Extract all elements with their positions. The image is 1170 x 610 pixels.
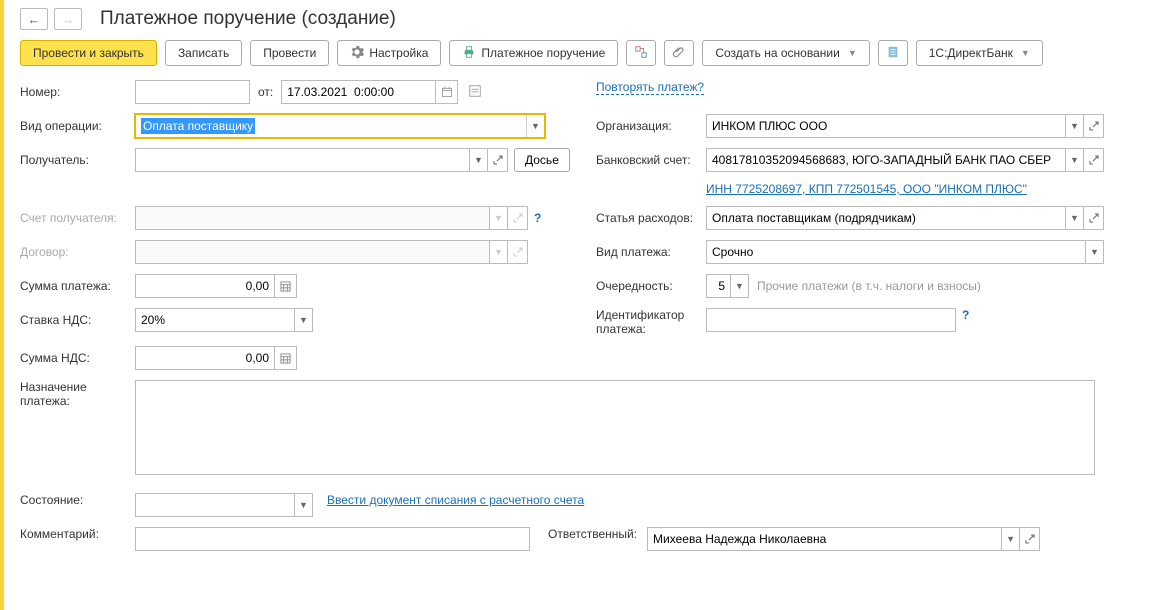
bank-account-label: Банковский счет: (596, 153, 706, 167)
payment-amount-input[interactable] (135, 274, 275, 298)
purpose-label: Назначение платежа: (20, 380, 135, 408)
bank-account-open[interactable] (1084, 148, 1104, 172)
expense-item-input[interactable] (706, 206, 1066, 230)
responsible-input[interactable] (647, 527, 1002, 551)
print-label: Платежное поручение (481, 46, 605, 60)
organization-open[interactable] (1084, 114, 1104, 138)
payment-kind-label: Вид платежа: (596, 245, 706, 259)
create-based-button[interactable]: Создать на основании ▼ (702, 40, 869, 66)
gear-icon (350, 45, 364, 62)
expense-item-dropdown[interactable]: ▼ (1066, 206, 1084, 230)
payment-id-label: Идентификатор платежа: (596, 308, 706, 336)
recipient-account-help[interactable]: ? (534, 211, 541, 225)
contract-input (135, 240, 490, 264)
expense-item-open[interactable] (1084, 206, 1104, 230)
purpose-textarea[interactable] (135, 380, 1095, 475)
repeat-payment-link[interactable]: Повторять платеж? (596, 80, 704, 95)
recipient-open[interactable] (488, 148, 508, 172)
vat-rate-dropdown[interactable]: ▼ (295, 308, 313, 332)
vat-amount-calc[interactable] (275, 346, 297, 370)
responsible-open[interactable] (1020, 527, 1040, 551)
structure-button[interactable] (626, 40, 656, 66)
operation-type-label: Вид операции: (20, 119, 135, 133)
printer-icon (462, 45, 476, 62)
vat-rate-input[interactable] (135, 308, 295, 332)
enter-writeoff-link[interactable]: Ввести документ списания с расчетного сч… (327, 493, 584, 507)
nav-forward-button[interactable]: → (54, 8, 82, 30)
responsible-dropdown[interactable]: ▼ (1002, 527, 1020, 551)
payment-id-input[interactable] (706, 308, 956, 332)
responsible-label: Ответственный: (548, 527, 637, 541)
comment-input[interactable] (135, 527, 530, 551)
print-button[interactable]: Платежное поручение (449, 40, 618, 66)
calculator-icon (280, 353, 291, 364)
recipient-dropdown[interactable]: ▼ (470, 148, 488, 172)
paperclip-icon (672, 45, 686, 62)
contract-dropdown: ▼ (490, 240, 508, 264)
recipient-label: Получатель: (20, 153, 135, 167)
payer-details-link[interactable]: ИНН 7725208697, КПП 772501545, ООО "ИНКО… (706, 182, 1027, 196)
expense-item-label: Статья расходов: (596, 211, 706, 225)
contract-label: Договор: (20, 245, 135, 259)
settings-label: Настройка (369, 46, 428, 60)
recipient-account-input (135, 206, 490, 230)
status-input[interactable] (135, 493, 295, 517)
calendar-icon (441, 86, 453, 98)
operation-type-combo[interactable]: Оплата поставщику ▼ (135, 114, 545, 138)
priority-dropdown[interactable]: ▼ (731, 274, 749, 298)
priority-input[interactable] (706, 274, 731, 298)
direct-bank-button[interactable]: 1С:ДиректБанк ▼ (916, 40, 1043, 66)
attachment-button[interactable] (664, 40, 694, 66)
priority-hint: Прочие платежи (в т.ч. налоги и взносы) (757, 279, 981, 293)
number-input[interactable] (135, 80, 250, 104)
chevron-down-icon: ▼ (848, 48, 857, 58)
number-label: Номер: (20, 85, 135, 99)
comment-label: Комментарий: (20, 527, 135, 541)
page-title: Платежное поручение (создание) (100, 8, 396, 30)
direct-bank-label: 1С:ДиректБанк (929, 46, 1013, 60)
form-mode-icon[interactable] (468, 84, 482, 101)
post-button[interactable]: Провести (250, 40, 329, 66)
report-icon (886, 45, 900, 62)
structure-icon (634, 45, 648, 62)
bank-account-input[interactable] (706, 148, 1066, 172)
submit-close-button[interactable]: Провести и закрыть (20, 40, 157, 66)
payment-id-help[interactable]: ? (962, 308, 969, 322)
payment-kind-input[interactable] (706, 240, 1086, 264)
operation-type-dropdown[interactable]: ▼ (526, 115, 544, 137)
payment-amount-calc[interactable] (275, 274, 297, 298)
vat-amount-input[interactable] (135, 346, 275, 370)
recipient-account-label: Счет получателя: (20, 211, 135, 225)
dossier-button[interactable]: Досье (514, 148, 570, 172)
organization-label: Организация: (596, 119, 706, 133)
settings-button[interactable]: Настройка (337, 40, 441, 66)
create-based-label: Создать на основании (715, 46, 840, 60)
report-button[interactable] (878, 40, 908, 66)
priority-label: Очередность: (596, 279, 706, 293)
contract-open (508, 240, 528, 264)
calendar-button[interactable] (436, 80, 458, 104)
save-button[interactable]: Записать (165, 40, 242, 66)
payment-amount-label: Сумма платежа: (20, 279, 135, 293)
status-label: Состояние: (20, 493, 135, 507)
recipient-account-open (508, 206, 528, 230)
recipient-input[interactable] (135, 148, 470, 172)
vat-amount-label: Сумма НДС: (20, 351, 135, 365)
calculator-icon (280, 281, 291, 292)
organization-dropdown[interactable]: ▼ (1066, 114, 1084, 138)
recipient-account-dropdown: ▼ (490, 206, 508, 230)
operation-type-value: Оплата поставщику (141, 118, 255, 134)
payment-kind-dropdown[interactable]: ▼ (1086, 240, 1104, 264)
chevron-down-icon: ▼ (1021, 48, 1030, 58)
from-label: от: (258, 85, 273, 99)
bank-account-dropdown[interactable]: ▼ (1066, 148, 1084, 172)
organization-input[interactable] (706, 114, 1066, 138)
date-input[interactable] (281, 80, 436, 104)
nav-back-button[interactable]: ← (20, 8, 48, 30)
vat-rate-label: Ставка НДС: (20, 313, 135, 327)
toolbar: Провести и закрыть Записать Провести Нас… (20, 40, 1158, 66)
status-dropdown[interactable]: ▼ (295, 493, 313, 517)
